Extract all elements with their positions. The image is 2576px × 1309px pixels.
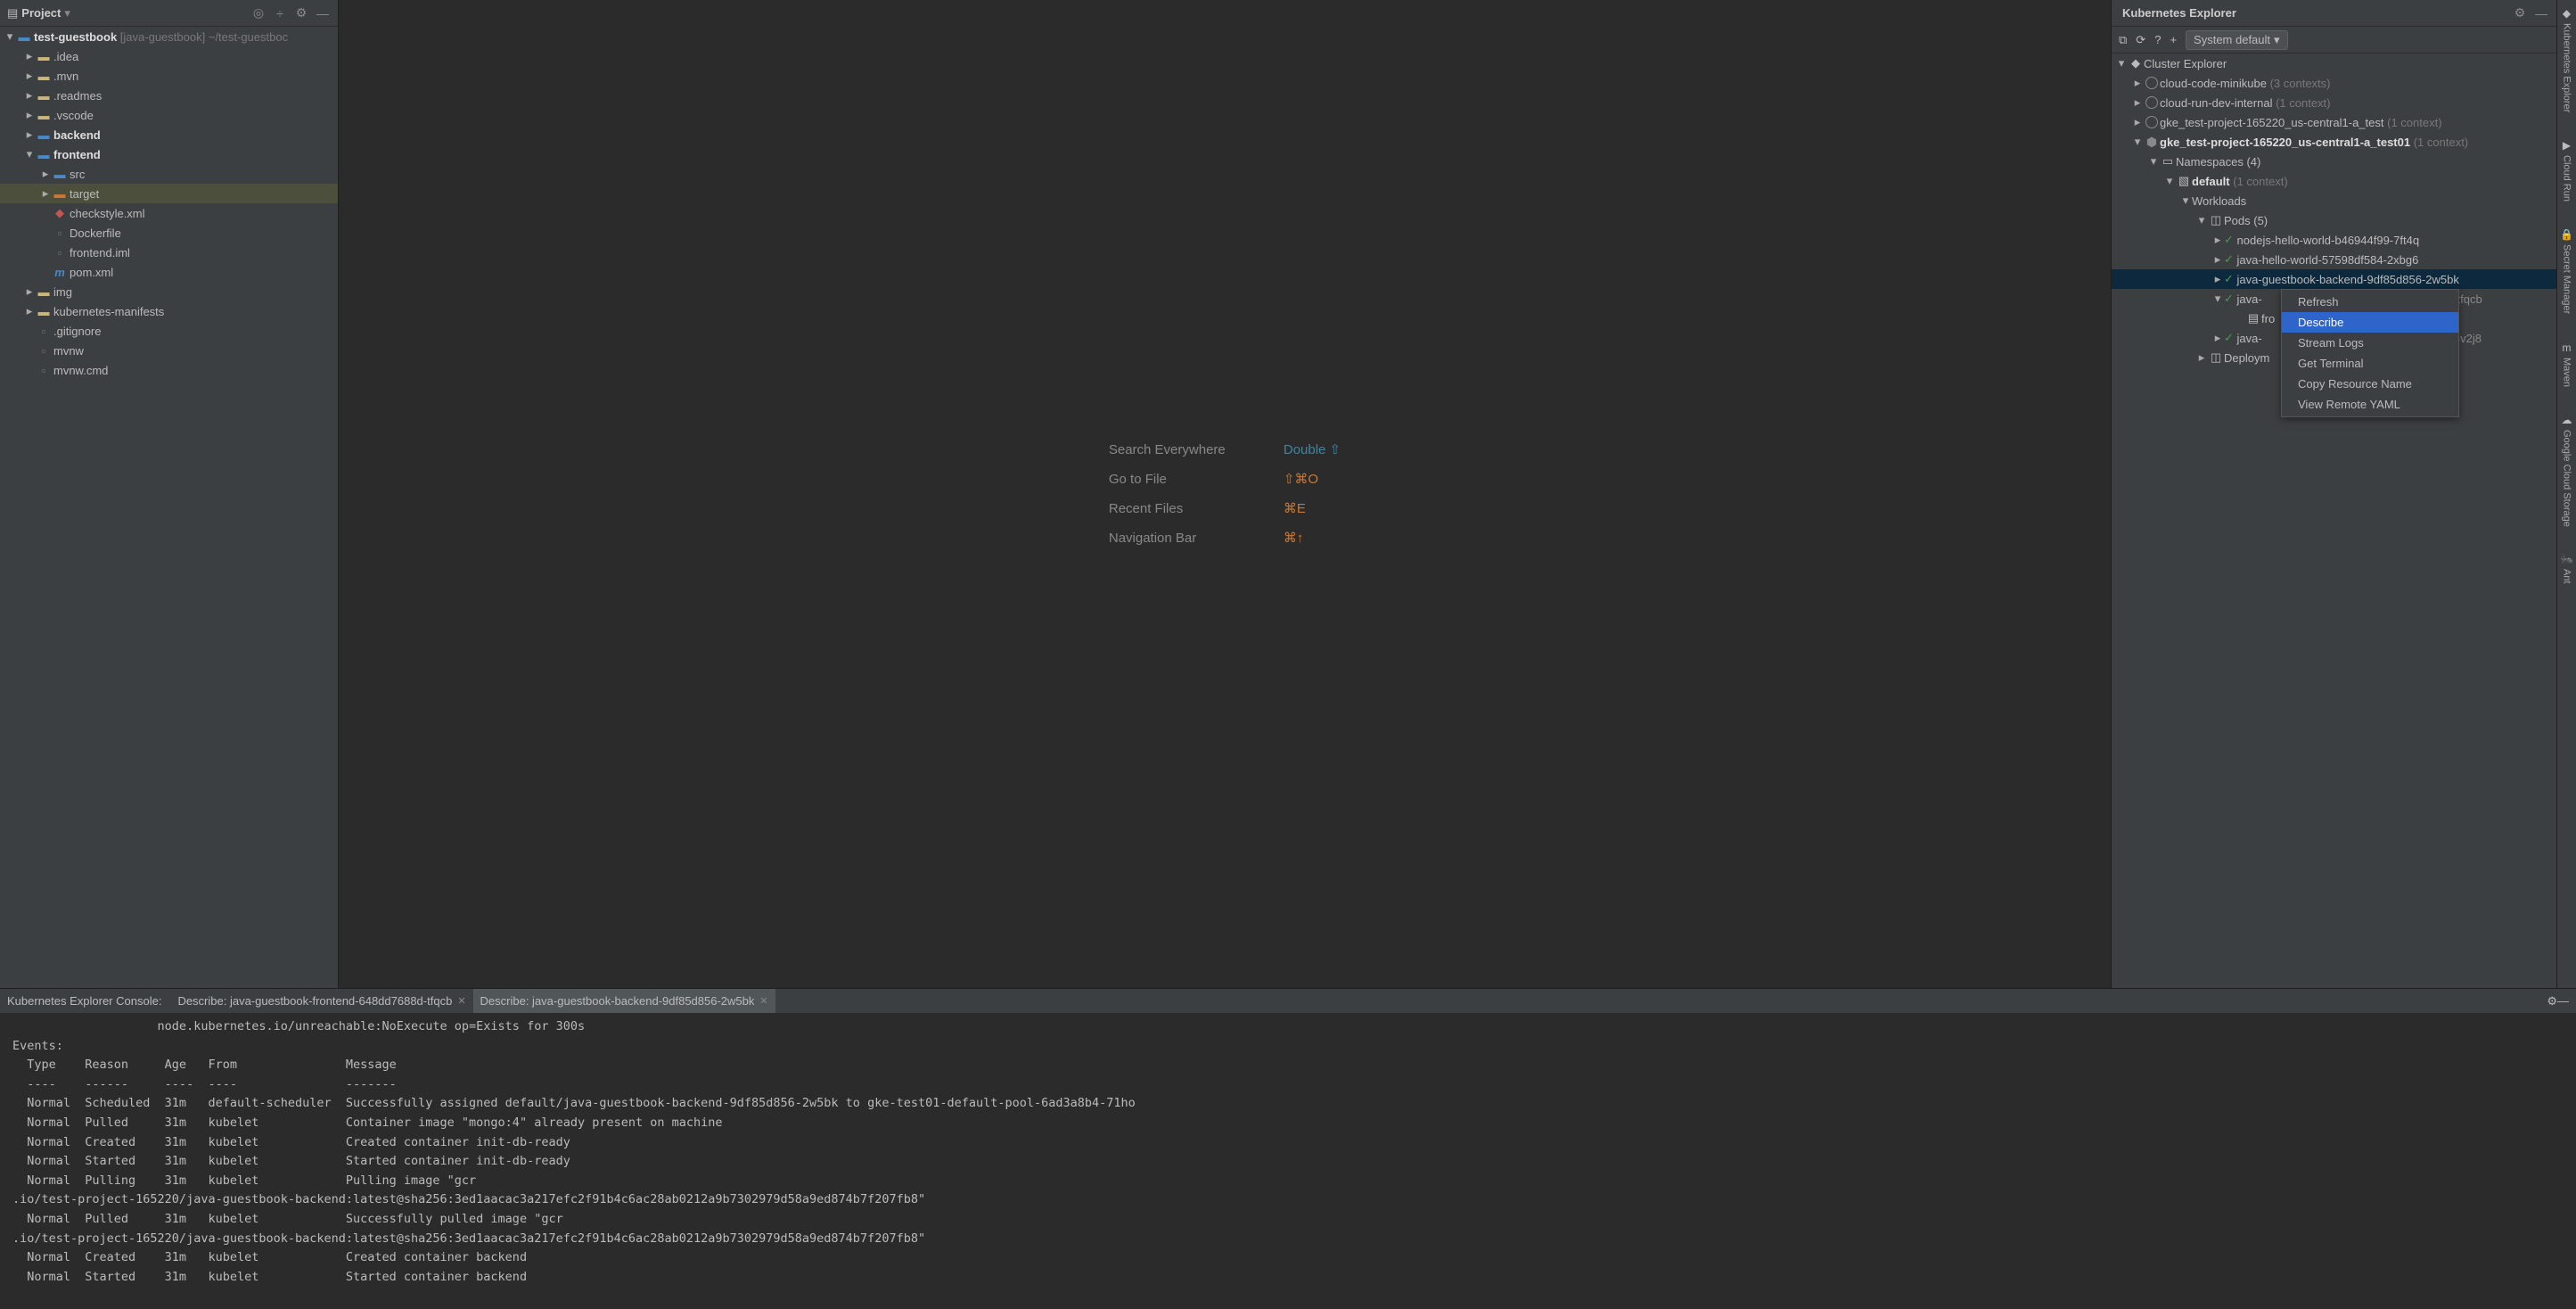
pod-node[interactable]: ▸✓ java-guestbook-backend-9df85d856-2w5b…	[2112, 269, 2556, 289]
project-tree-item[interactable]: ▸▬backend	[0, 125, 338, 144]
menu-item-get-terminal[interactable]: Get Terminal	[2282, 353, 2458, 374]
help-icon[interactable]: ?	[2154, 33, 2161, 46]
project-tree-item[interactable]: ▸▬src	[0, 164, 338, 184]
pods-node[interactable]: ▾◫Pods (5)	[2112, 210, 2556, 230]
project-title[interactable]: Project	[21, 6, 61, 20]
add-icon[interactable]: +	[2170, 33, 2177, 46]
console-tab[interactable]: Describe: java-guestbook-frontend-648dd7…	[170, 989, 472, 1013]
console-panel: Kubernetes Explorer Console: Describe: j…	[0, 988, 2576, 1309]
console-title: Kubernetes Explorer Console:	[7, 994, 161, 1008]
menu-item-describe[interactable]: Describe	[2282, 312, 2458, 333]
refresh-icon[interactable]: ⟳	[2136, 33, 2145, 47]
menu-item-stream-logs[interactable]: Stream Logs	[2282, 333, 2458, 353]
gear-icon[interactable]: ⚙	[293, 5, 309, 21]
namespaces-node[interactable]: ▾▭Namespaces (4)	[2112, 152, 2556, 171]
kubernetes-header: Kubernetes Explorer ⚙ —	[2112, 0, 2556, 27]
pod-node[interactable]: ▸✓ nodejs-hello-world-b46944f99-7ft4q	[2112, 230, 2556, 250]
project-tree-item[interactable]: ▾▬frontend	[0, 144, 338, 164]
kubernetes-panel: Kubernetes Explorer ⚙ — ⧉ ⟳ ? + System d…	[2111, 0, 2556, 988]
project-root[interactable]: ▾ ▬ test-guestbook [java-guestbook] ~/te…	[0, 27, 338, 46]
editor-area: Search EverywhereDouble ⇧Go to File⇧⌘ORe…	[339, 0, 2111, 988]
project-tree-item[interactable]: ▸▬kubernetes-manifests	[0, 301, 338, 321]
split-icon[interactable]: ÷	[272, 5, 288, 21]
close-icon[interactable]: ✕	[457, 995, 465, 1007]
open-icon[interactable]: ⧉	[2119, 33, 2127, 47]
project-tree-item[interactable]: ▫Dockerfile	[0, 223, 338, 243]
menu-item-refresh[interactable]: Refresh	[2282, 292, 2458, 312]
menu-item-copy-resource-name[interactable]: Copy Resource Name	[2282, 374, 2458, 394]
pod-node[interactable]: ▸✓ java-hello-world-57598df584-2xbg6	[2112, 250, 2556, 269]
target-icon[interactable]: ◎	[250, 5, 267, 21]
project-panel-header: ▤ Project ▾ ◎ ÷ ⚙ —	[0, 0, 338, 27]
default-namespace[interactable]: ▾▧default (1 context)	[2112, 171, 2556, 191]
cluster-node[interactable]: ▸cloud-run-dev-internal (1 context)	[2112, 93, 2556, 112]
right-tab-google-cloud-storage[interactable]: ☁Google Cloud Storage	[2562, 414, 2572, 527]
right-tab-ant[interactable]: 🐜Ant	[2560, 553, 2573, 584]
project-tree-item[interactable]: ▫mvnw.cmd	[0, 360, 338, 380]
project-tree-item[interactable]: ▸▬target	[0, 184, 338, 203]
editor-help: Search EverywhereDouble ⇧Go to File⇧⌘ORe…	[1109, 435, 1341, 553]
menu-item-view-remote-yaml[interactable]: View Remote YAML	[2282, 394, 2458, 415]
cluster-node[interactable]: ▾⬢gke_test-project-165220_us-central1-a_…	[2112, 132, 2556, 152]
project-tree-item[interactable]: ▫mvnw	[0, 341, 338, 360]
console-output[interactable]: node.kubernetes.io/unreachable:NoExecute…	[0, 1014, 2576, 1309]
kubernetes-tree[interactable]: ▾ ◆ Cluster Explorer ▸cloud-code-minikub…	[2112, 54, 2556, 988]
right-tab-kubernetes-explorer[interactable]: ◆Kubernetes Explorer	[2562, 7, 2572, 112]
project-tree[interactable]: ▾ ▬ test-guestbook [java-guestbook] ~/te…	[0, 27, 338, 988]
project-icon: ▤	[7, 6, 18, 21]
project-tree-item[interactable]: ▸▬.mvn	[0, 66, 338, 86]
project-tree-item[interactable]: ▸▬.idea	[0, 46, 338, 66]
workloads-node[interactable]: ▾Workloads	[2112, 191, 2556, 210]
cluster-node[interactable]: ▸cloud-code-minikube (3 contexts)	[2112, 73, 2556, 93]
minimize-icon[interactable]: —	[315, 5, 331, 21]
right-tab-cloud-run[interactable]: ▶Cloud Run	[2562, 139, 2572, 202]
project-panel: ▤ Project ▾ ◎ ÷ ⚙ — ▾ ▬ test-guestbook […	[0, 0, 339, 988]
right-tab-maven[interactable]: mMaven	[2562, 342, 2572, 387]
right-tool-bar: ◆Kubernetes Explorer ▶Cloud Run 🔒Secret Ma…	[2556, 0, 2576, 988]
close-icon[interactable]: ✕	[759, 995, 767, 1007]
dropdown-icon[interactable]: ▾	[64, 6, 70, 21]
kubernetes-toolbar: ⧉ ⟳ ? + System default▾	[2112, 27, 2556, 54]
project-tree-item[interactable]: ◆checkstyle.xml	[0, 203, 338, 223]
right-tab-secret-manager[interactable]: 🔒Secret Manager	[2560, 228, 2573, 314]
project-tree-item[interactable]: mpom.xml	[0, 262, 338, 282]
project-tree-item[interactable]: ▸▬img	[0, 282, 338, 301]
system-default-dropdown[interactable]: System default▾	[2186, 30, 2288, 50]
minimize-icon[interactable]: —	[2557, 994, 2569, 1008]
project-tree-item[interactable]: ▫frontend.iml	[0, 243, 338, 262]
minimize-icon[interactable]: —	[2533, 5, 2549, 21]
project-tree-item[interactable]: ▫.gitignore	[0, 321, 338, 341]
cluster-node[interactable]: ▸gke_test-project-165220_us-central1-a_t…	[2112, 112, 2556, 132]
cluster-explorer-root[interactable]: ▾ ◆ Cluster Explorer	[2112, 54, 2556, 73]
console-tab[interactable]: Describe: java-guestbook-backend-9df85d8…	[473, 989, 775, 1013]
kubernetes-title: Kubernetes Explorer	[2122, 6, 2236, 20]
gear-icon[interactable]: ⚙	[2512, 5, 2528, 21]
console-tabs: Kubernetes Explorer Console: Describe: j…	[0, 989, 2576, 1014]
project-tree-item[interactable]: ▸▬.readmes	[0, 86, 338, 105]
project-tree-item[interactable]: ▸▬.vscode	[0, 105, 338, 125]
context-menu: RefreshDescribeStream LogsGet TerminalCo…	[2281, 289, 2459, 417]
gear-icon[interactable]: ⚙	[2547, 994, 2557, 1009]
